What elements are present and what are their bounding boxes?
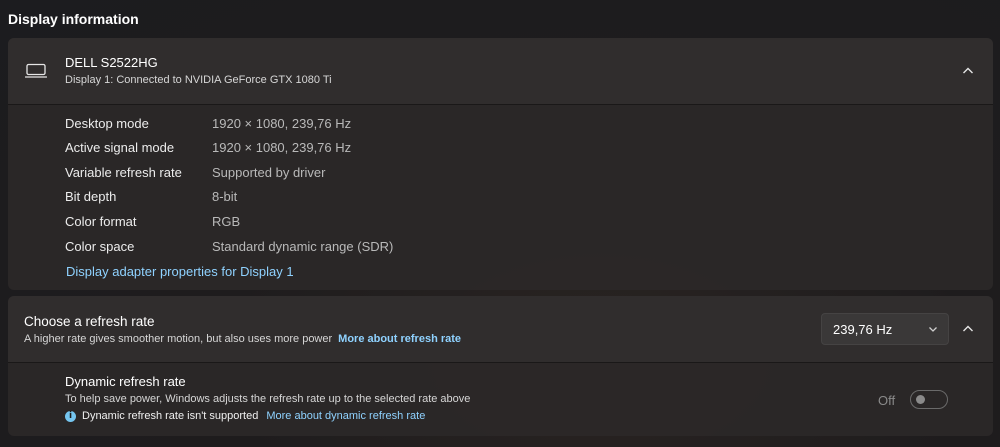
display-name: DELL S2522HG: [65, 55, 158, 70]
collapse-refresh-rate-button[interactable]: [954, 315, 982, 343]
detail-value: Supported by driver: [212, 165, 326, 180]
refresh-rate-subtitle: A higher rate gives smoother motion, but…: [24, 333, 461, 345]
detail-value: RGB: [212, 214, 241, 229]
adapter-properties-link[interactable]: Display adapter properties for Display 1: [66, 264, 294, 279]
more-about-dynamic-refresh-link[interactable]: More about dynamic refresh rate: [266, 410, 425, 422]
detail-label: Desktop mode: [65, 116, 149, 131]
refresh-rate-dropdown[interactable]: 239,76 Hz: [821, 313, 949, 345]
refresh-rate-selected-value: 239,76 Hz: [833, 322, 893, 337]
refresh-rate-header[interactable]: Choose a refresh rate A higher rate give…: [8, 296, 993, 363]
refresh-rate-description: A higher rate gives smoother motion, but…: [24, 333, 333, 345]
detail-label: Bit depth: [65, 189, 117, 204]
detail-value: 1920 × 1080, 239,76 Hz: [212, 116, 352, 131]
collapse-display-button[interactable]: [954, 57, 982, 85]
detail-label: Variable refresh rate: [65, 165, 182, 180]
section-title: Display information: [8, 11, 139, 27]
detail-label: Color space: [65, 239, 135, 254]
dynamic-refresh-toggle[interactable]: [910, 390, 948, 409]
chevron-up-icon: [963, 67, 973, 74]
display-subtitle: Display 1: Connected to NVIDIA GeForce G…: [65, 74, 332, 86]
chevron-down-icon: [929, 327, 937, 332]
display-card: DELL S2522HG Display 1: Connected to NVI…: [8, 38, 993, 290]
detail-value: Standard dynamic range (SDR): [212, 239, 394, 254]
info-icon: i: [65, 410, 76, 422]
monitor-icon: [25, 63, 47, 78]
dynamic-refresh-unsupported-text: Dynamic refresh rate isn't supported: [82, 410, 259, 422]
chevron-up-icon: [963, 325, 973, 332]
detail-value: 8-bit: [212, 189, 238, 204]
display-card-header[interactable]: DELL S2522HG Display 1: Connected to NVI…: [8, 38, 993, 105]
detail-label: Color format: [65, 214, 137, 229]
dynamic-refresh-toggle-label: Off: [878, 393, 896, 408]
dynamic-refresh-title: Dynamic refresh rate: [65, 374, 186, 389]
refresh-rate-title: Choose a refresh rate: [24, 314, 155, 329]
detail-label: Active signal mode: [65, 140, 175, 155]
dynamic-refresh-subtitle: To help save power, Windows adjusts the …: [65, 393, 471, 405]
toggle-knob: [916, 395, 925, 404]
dynamic-refresh-note: i Dynamic refresh rate isn't supported M…: [65, 410, 425, 422]
detail-value: 1920 × 1080, 239,76 Hz: [212, 140, 352, 155]
refresh-rate-card: Choose a refresh rate A higher rate give…: [8, 296, 993, 436]
more-about-refresh-rate-link[interactable]: More about refresh rate: [338, 333, 461, 345]
